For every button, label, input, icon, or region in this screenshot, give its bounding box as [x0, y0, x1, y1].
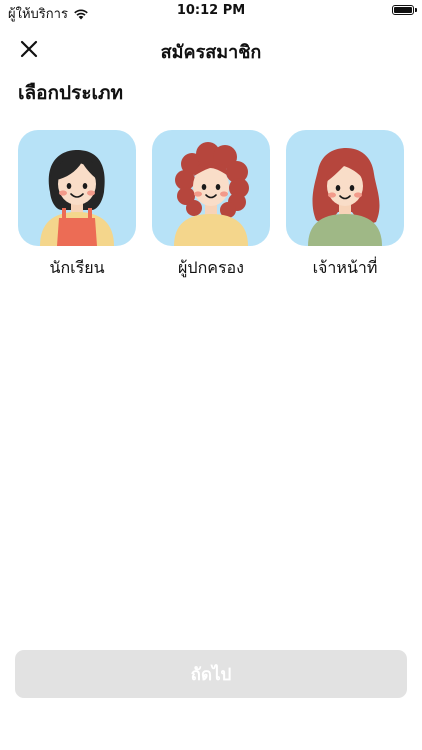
role-options: นักเรียน ผู้ปกครอง เจ้าหน้าที่: [18, 130, 404, 281]
role-option-student[interactable]: นักเรียน: [18, 130, 136, 281]
role-label-staff: เจ้าหน้าที่: [312, 258, 378, 277]
role-option-staff[interactable]: เจ้าหน้าที่: [286, 130, 404, 281]
status-time: 10:12 PM: [176, 3, 246, 18]
role-label-parent: ผู้ปกครอง: [178, 258, 244, 277]
student-avatar: [18, 130, 136, 246]
battery-icon: [392, 5, 417, 15]
role-option-parent[interactable]: ผู้ปกครอง: [152, 130, 270, 281]
page-title: สมัครสมาชิก: [160, 42, 262, 63]
section-title: เลือกประเภท: [18, 82, 124, 104]
role-label-student: นักเรียน: [49, 258, 105, 277]
navigation-bar: สมัครสมาชิก: [0, 30, 422, 68]
parent-avatar: [152, 130, 270, 246]
next-button[interactable]: ถัดไป: [15, 650, 407, 698]
status-bar: ผู้ให้บริการ 10:12 PM: [0, 0, 422, 22]
staff-avatar: [286, 130, 404, 246]
signup-screen: ผู้ให้บริการ 10:12 PM สมัครสมาชิก เลือกป…: [0, 0, 422, 750]
